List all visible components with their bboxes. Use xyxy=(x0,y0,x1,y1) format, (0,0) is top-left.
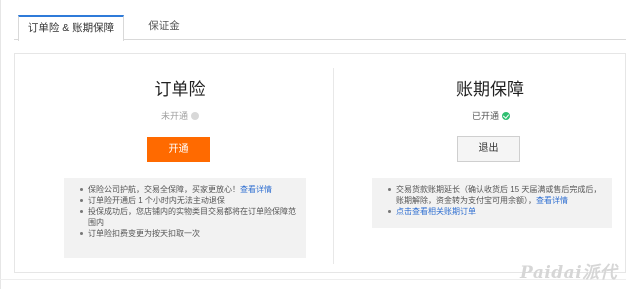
tab-bar: 订单险 & 账期保障 保证金 xyxy=(14,15,626,41)
watermark-logo: Paidai派代 xyxy=(520,263,618,283)
view-details-link[interactable]: 查看详情 xyxy=(536,196,568,205)
view-period-orders-link[interactable]: 点击查看相关账期订单 xyxy=(388,206,602,217)
list-item: 订单险开通后 1 个小时内无法主动退保 xyxy=(80,195,296,206)
view-details-link[interactable]: 查看详情 xyxy=(240,185,272,194)
order-insurance-status-label: 未开通 xyxy=(161,111,189,121)
order-insurance-title: 订单险 xyxy=(154,80,206,99)
period-protection-status: 已开通 xyxy=(472,109,511,122)
period-protection-title: 账期保障 xyxy=(456,80,524,99)
tab-order-insurance[interactable]: 订单险 & 账期保障 xyxy=(18,15,124,41)
tab-deposit[interactable]: 保证金 xyxy=(136,15,192,40)
period-protection-info: 交易货款账期延长（确认收货后 15 天届满或售后完成后，账期解除，资金转为支付宝… xyxy=(372,178,612,228)
period-protection-status-label: 已开通 xyxy=(472,111,500,121)
list-item: 交易货款账期延长（确认收货后 15 天届满或售后完成后，账期解除，资金转为支付宝… xyxy=(388,184,602,206)
status-off-icon xyxy=(191,111,200,120)
exit-button[interactable]: 退出 xyxy=(457,136,520,162)
order-insurance-status: 未开通 xyxy=(161,109,200,122)
panel-divider xyxy=(333,68,334,264)
check-circle-icon xyxy=(502,111,511,120)
order-insurance-info: 保险公司护航，交易全保障，买家更放心！查看详情 订单险开通后 1 个小时内无法主… xyxy=(64,178,306,258)
activate-button[interactable]: 开通 xyxy=(147,137,210,162)
list-item: 保险公司护航，交易全保障，买家更放心！查看详情 xyxy=(80,184,296,195)
list-item: 订单险扣费变更为按天扣取一次 xyxy=(80,228,296,239)
list-item: 投保成功后，您店铺内的实物类目交易都将在订单险保障范围内 xyxy=(80,206,296,228)
